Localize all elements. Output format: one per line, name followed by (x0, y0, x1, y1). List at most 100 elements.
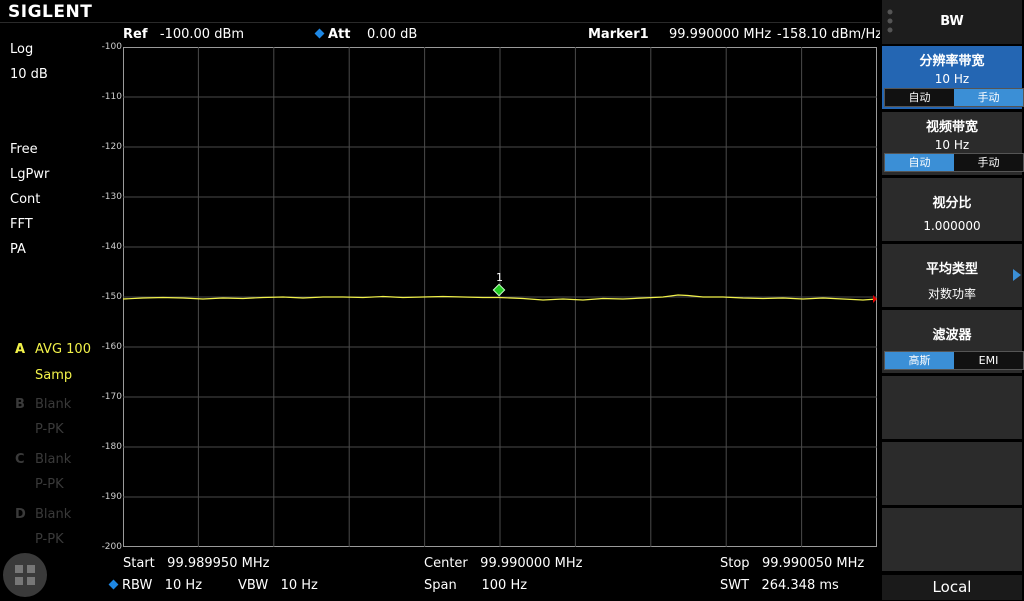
y-tick-label: -160 (101, 342, 122, 352)
vbw-softkey-title: 视频带宽 (925, 120, 978, 135)
rbw-value: 10 Hz (164, 578, 203, 593)
filter-toggle[interactable]: 高斯 EMI (884, 351, 1024, 370)
empty-softkey-7[interactable] (882, 442, 1022, 505)
apps-button[interactable] (3, 553, 47, 597)
vbw-rbw-ratio-softkey[interactable]: 视分比 1.000000 (882, 178, 1022, 241)
trace-d-letter[interactable]: D (15, 507, 26, 522)
marker-freq: 99.990000 MHz (669, 27, 772, 42)
spectrum-display[interactable] (123, 47, 877, 547)
rbw-label: RBW (122, 578, 153, 593)
trace-a-detector: Samp (35, 368, 73, 383)
start-label: Start (123, 556, 155, 571)
rbw-auto-manual-toggle[interactable]: 自动 手动 (884, 88, 1024, 107)
grid-icon (15, 565, 35, 585)
ref-label: Ref (123, 27, 148, 42)
marker-number-label: 1 (496, 271, 503, 284)
y-tick-label: -180 (101, 442, 122, 452)
marker-label: Marker1 (588, 27, 649, 42)
avg-type-softkey[interactable]: 平均类型 对数功率 (882, 244, 1022, 307)
drag-handle-icon (887, 9, 893, 33)
attenuation[interactable]: Att 0.00 dB (314, 27, 418, 42)
top-divider (0, 22, 880, 23)
avg-type-value: 对数功率 (927, 287, 976, 301)
ratio-softkey-value: 1.000000 (923, 219, 981, 233)
ref-value: -100.00 dBm (159, 27, 245, 42)
trace-c-state[interactable]: Blank (35, 452, 71, 467)
trace-d-detector: P-PK (35, 532, 64, 547)
y-tick-label: -130 (101, 192, 122, 202)
span-label: Span (424, 578, 457, 593)
att-label: Att (328, 27, 351, 42)
att-value: 0.00 dB (367, 27, 418, 42)
vbw-readout[interactable]: VBW 10 Hz (238, 578, 318, 593)
rbw-manual-option[interactable]: 手动 (954, 89, 1023, 106)
preamp-status: PA (10, 242, 26, 257)
swt-value: 264.348 ms (761, 578, 839, 593)
filter-gauss-option[interactable]: 高斯 (885, 352, 954, 369)
vbw-value: 10 Hz (280, 578, 318, 593)
rbw-diamond-icon (108, 579, 119, 590)
stop-freq[interactable]: Stop 99.990050 MHz (720, 556, 864, 571)
trace-c-letter[interactable]: C (15, 452, 25, 467)
vbw-manual-option[interactable]: 手动 (954, 154, 1023, 171)
start-value: 99.989950 MHz (167, 556, 270, 571)
filter-emi-option[interactable]: EMI (954, 352, 1023, 369)
trace-b-state[interactable]: Blank (35, 397, 71, 412)
trace-d-state[interactable]: Blank (35, 507, 71, 522)
swt-label: SWT (720, 578, 750, 593)
span-readout[interactable]: Span 100 Hz (424, 578, 527, 593)
y-tick-label: -190 (101, 492, 122, 502)
rbw-softkey-title: 分辨率带宽 (919, 54, 985, 69)
scale-type: Log (10, 42, 34, 57)
rbw-softkey-value: 10 Hz (934, 72, 970, 86)
empty-softkey-6[interactable] (882, 376, 1022, 439)
rbw-auto-option[interactable]: 自动 (885, 89, 954, 106)
scale-div: 10 dB (10, 67, 48, 82)
start-freq[interactable]: Start 99.989950 MHz (123, 556, 269, 571)
y-tick-label: -120 (101, 142, 122, 152)
trace-b-detector: P-PK (35, 422, 64, 437)
ref-level[interactable]: Ref -100.00 dBm (123, 27, 244, 42)
sweep-mode: Cont (10, 192, 41, 207)
trace-a-letter[interactable]: A (15, 342, 25, 357)
vbw-label: VBW (238, 578, 269, 593)
local-status[interactable]: Local (882, 575, 1022, 600)
marker-readout[interactable]: Marker1 (588, 27, 649, 42)
brand-logo: SIGLENT (8, 2, 93, 22)
vbw-softkey[interactable]: 视频带宽 10 Hz 自动 手动 (882, 112, 1024, 175)
vbw-auto-manual-toggle[interactable]: 自动 手动 (884, 153, 1024, 172)
filter-softkey[interactable]: 滤波器 高斯 EMI (882, 310, 1024, 373)
ratio-softkey-title: 视分比 (932, 196, 972, 211)
local-label: Local (932, 578, 972, 596)
marker-level: -158.10 dBm/Hz (777, 27, 883, 42)
y-tick-label: -200 (101, 542, 122, 552)
menu-header: BW (882, 0, 1022, 44)
y-tick-label: -100 (101, 42, 122, 52)
center-freq[interactable]: Center 99.990000 MHz (424, 556, 582, 571)
rbw-readout[interactable]: RBW 10 Hz (108, 578, 203, 593)
empty-softkey-8[interactable] (882, 508, 1022, 571)
y-tick-label: -140 (101, 242, 122, 252)
vbw-auto-option[interactable]: 自动 (885, 154, 954, 171)
sweep-type: FFT (10, 217, 33, 232)
trigger-mode: Free (10, 142, 38, 157)
trace-c-detector: P-PK (35, 477, 64, 492)
filter-softkey-title: 滤波器 (932, 328, 972, 343)
center-value: 99.990000 MHz (480, 556, 583, 571)
y-tick-label: -150 (101, 292, 122, 302)
span-value: 100 Hz (481, 578, 528, 593)
rbw-softkey[interactable]: 分辨率带宽 10 Hz 自动 手动 (882, 46, 1024, 109)
submenu-arrow-icon (1013, 269, 1021, 281)
detector-mode: LgPwr (10, 167, 50, 182)
center-label: Center (424, 556, 468, 571)
att-diamond-icon (314, 28, 325, 39)
trace-b-letter[interactable]: B (15, 397, 25, 412)
menu-title: BW (940, 14, 964, 29)
softkey-menu: BW 分辨率带宽 10 Hz 自动 手动 视频带宽 10 Hz 自动 手动 视分… (880, 0, 1024, 600)
stop-label: Stop (720, 556, 750, 571)
avg-type-title: 平均类型 (925, 262, 978, 277)
y-tick-label: -110 (101, 92, 122, 102)
y-tick-label: -170 (101, 392, 122, 402)
swt-readout[interactable]: SWT 264.348 ms (720, 578, 839, 593)
stop-value: 99.990050 MHz (761, 556, 865, 571)
